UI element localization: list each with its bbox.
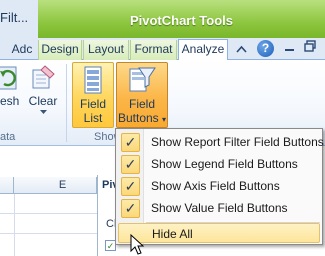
- minimize-ribbon-icon[interactable]: [232, 40, 250, 58]
- refresh-button[interactable]: esh: [0, 64, 24, 122]
- ribbon-tab-row: Adc Design Layout Format Analyze: [0, 38, 325, 60]
- field-list-label-1: Field: [79, 97, 106, 111]
- field-buttons-label-1: Field: [128, 97, 155, 111]
- chevron-down-icon: ▾: [162, 115, 167, 124]
- clear-icon: [32, 65, 55, 89]
- field-buttons-menu: ✓ Show Report Filter Field Buttons ✓ Sho…: [115, 128, 324, 245]
- group-label-data: ata: [0, 131, 16, 143]
- check-icon: ✓: [121, 155, 140, 174]
- tab-design[interactable]: Design: [38, 40, 82, 60]
- group-separator: [66, 64, 67, 142]
- tab-layout[interactable]: Layout: [83, 40, 129, 60]
- tab-analyze[interactable]: Analyze: [178, 39, 228, 60]
- menu-item-hide-all[interactable]: Hide All: [118, 223, 320, 243]
- menu-item-label: Show Value Field Buttons: [151, 201, 288, 215]
- field-buttons-label-text: Buttons: [117, 111, 159, 125]
- check-icon: ✓: [121, 199, 140, 218]
- field-list-icon: [84, 66, 102, 94]
- column-e-label: E: [58, 179, 67, 191]
- menu-item-show-report-filter-field-buttons[interactable]: ✓ Show Report Filter Field Buttons: [118, 132, 324, 153]
- clear-button[interactable]: Clear: [27, 64, 59, 126]
- menu-item-label: Show Report Filter Field Buttons: [151, 135, 324, 149]
- field-list-button[interactable]: Field List: [72, 62, 114, 128]
- tab-format[interactable]: Format: [130, 40, 177, 60]
- check-icon: ✓: [121, 177, 140, 196]
- field-buttons-icon: [129, 67, 156, 92]
- refresh-icon: [0, 66, 17, 90]
- gridline: [14, 194, 15, 256]
- mouse-cursor-icon: [130, 234, 145, 255]
- pivotchart-tools-banner: PivotChart Tools: [38, 0, 325, 38]
- check-icon: ✓: [121, 133, 140, 152]
- help-icon[interactable]: ?: [257, 40, 274, 57]
- field-buttons-button[interactable]: Field Buttons ▾: [116, 62, 168, 128]
- contextual-tab-title: PivotChart Tools: [129, 13, 234, 28]
- menu-item-label: Show Legend Field Buttons: [151, 157, 298, 171]
- chevron-down-icon: [39, 110, 47, 114]
- field-buttons-label-2: Buttons ▾: [117, 111, 167, 127]
- field-list-label-2: List: [83, 111, 103, 125]
- window-restore-icon[interactable]: [300, 40, 320, 58]
- refresh-label: esh: [0, 94, 20, 108]
- menu-item-show-axis-field-buttons[interactable]: ✓ Show Axis Field Buttons: [118, 176, 320, 197]
- column-header-e[interactable]: E: [29, 177, 97, 194]
- menu-item-show-value-field-buttons[interactable]: ✓ Show Value Field Buttons: [118, 198, 320, 219]
- clear-label: Clear: [28, 94, 58, 108]
- row-header-corner[interactable]: [0, 177, 14, 194]
- menu-item-label: Show Axis Field Buttons: [151, 179, 280, 193]
- menu-item-label: Hide All: [152, 227, 193, 241]
- window-title: Filt...: [0, 10, 29, 25]
- tab-add-ins[interactable]: Adc: [8, 40, 36, 60]
- window-minimize-icon[interactable]: [280, 40, 298, 58]
- menu-item-show-legend-field-buttons[interactable]: ✓ Show Legend Field Buttons: [118, 154, 320, 175]
- title-bar: Filt... PivotChart Tools: [0, 0, 325, 38]
